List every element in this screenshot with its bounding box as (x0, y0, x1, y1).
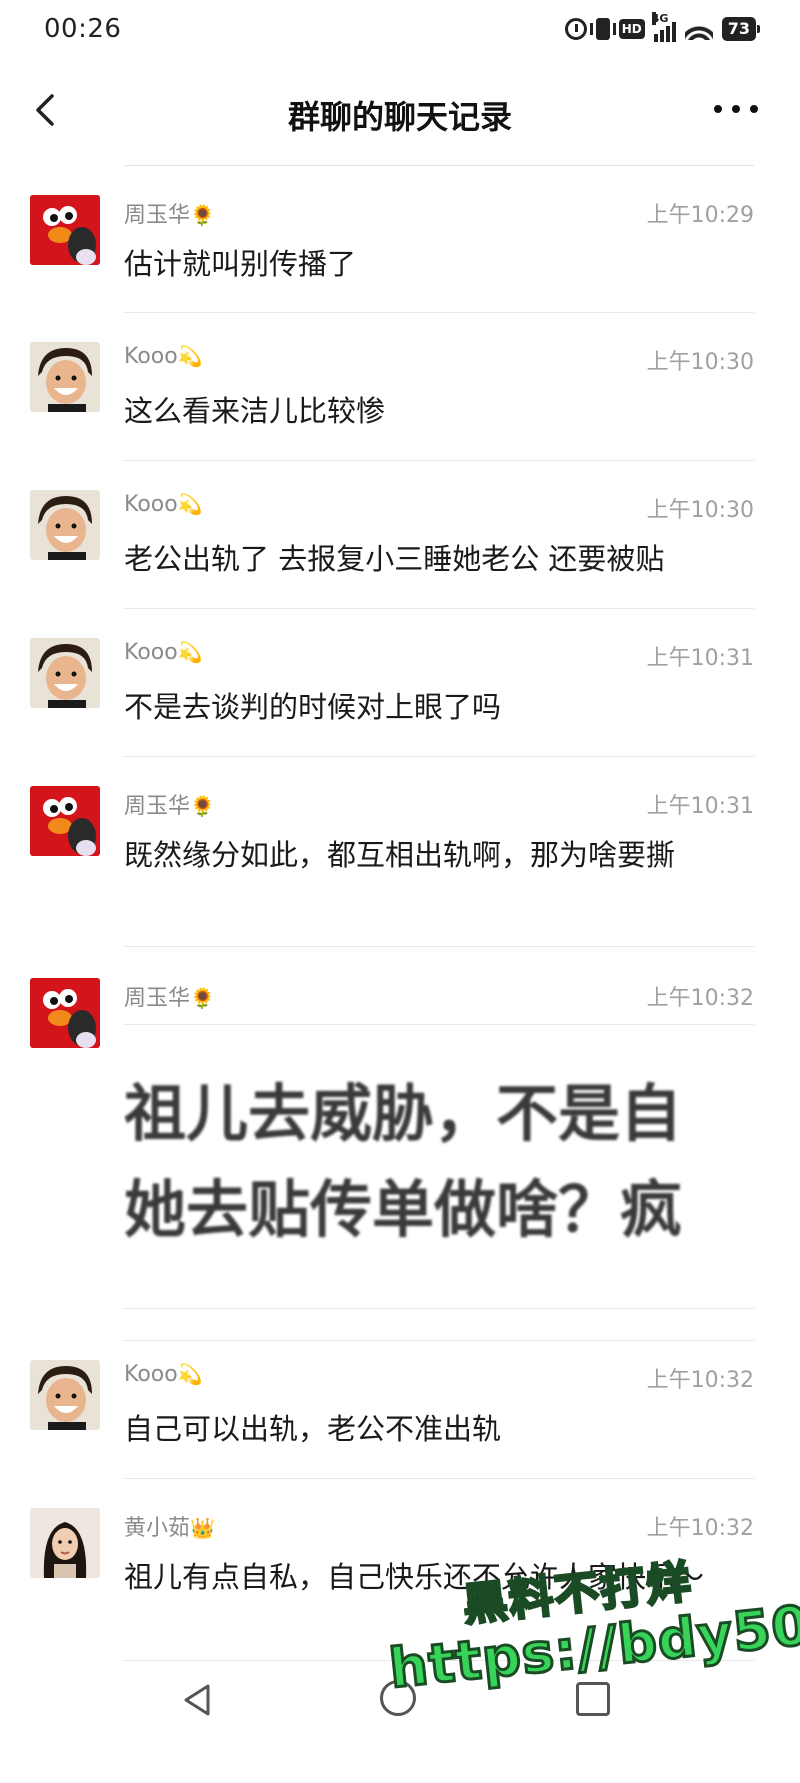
divider (124, 1024, 754, 1025)
avatar[interactable] (30, 1508, 100, 1578)
avatar[interactable] (30, 342, 100, 412)
divider (124, 946, 754, 947)
alarm-icon (564, 18, 587, 40)
nav-recents-icon[interactable] (576, 1682, 610, 1716)
quoted-text-line: 她去贴传单做啥？疯 (124, 1173, 683, 1246)
message-time: 上午10:31 (646, 646, 754, 671)
message-time: 上午10:30 (646, 350, 754, 375)
sender-name: 周玉华🌻 (124, 203, 215, 228)
sender-name: 黄小茹👑 (124, 1516, 215, 1541)
divider (124, 460, 754, 461)
message-text: 估计就叫别传播了 (124, 247, 357, 281)
page-title: 群聊的聊天记录 (287, 98, 512, 136)
sender-name: 周玉华🌻 (124, 794, 215, 819)
quoted-text-line: 祖儿去威胁，不是自 (124, 1077, 683, 1150)
sender-name: Kooo💫 (124, 1362, 203, 1387)
network-type-label: 4G (651, 12, 669, 25)
message-time: 上午10:29 (646, 203, 754, 228)
message-time: 上午10:32 (646, 986, 754, 1011)
wifi-icon (684, 18, 713, 40)
message-time: 上午10:32 (646, 1368, 754, 1393)
avatar[interactable] (30, 638, 100, 708)
status-icons: HD 4G 73 (564, 12, 761, 42)
divider (124, 1478, 754, 1479)
sender-name: Kooo💫 (124, 640, 203, 665)
avatar[interactable] (30, 490, 100, 560)
message-text: 自己可以出轨，老公不准出轨 (124, 1412, 502, 1446)
avatar[interactable] (30, 786, 100, 856)
message-text: 老公出轨了 去报复小三睡她老公 还要被贴 (124, 542, 665, 576)
quoted-image[interactable]: 祖儿去威胁，不是自 她去贴传单做啥？疯 (124, 1066, 754, 1296)
divider (124, 165, 754, 166)
message-text: 既然缘分如此，都互相出轨啊，那为啥要撕 (124, 838, 676, 872)
message-time: 上午10:30 (646, 498, 754, 523)
avatar[interactable] (30, 978, 100, 1048)
battery-indicator: 73 (721, 17, 761, 41)
hd-badge: HD (618, 19, 645, 39)
divider (124, 1660, 754, 1661)
message-time: 上午10:31 (646, 794, 754, 819)
avatar[interactable] (30, 1360, 100, 1430)
divider (124, 312, 754, 313)
status-bar: 00:26 HD 4G 73 (0, 0, 800, 60)
divider (124, 1340, 754, 1341)
message-text: 不是去谈判的时候对上眼了吗 (124, 690, 502, 724)
more-options-icon[interactable] (714, 94, 758, 124)
cellular-signal-icon: 4G (651, 12, 676, 42)
message-text: 这么看来洁儿比较惨 (124, 394, 386, 428)
message-text: 祖儿有点自私，自己快乐还不允许人家快乐～ (124, 1560, 705, 1594)
avatar[interactable] (30, 195, 100, 265)
nav-home-icon[interactable] (380, 1680, 416, 1716)
divider (124, 756, 754, 757)
sender-name: 周玉华🌻 (124, 986, 215, 1011)
message-time: 上午10:32 (646, 1516, 754, 1541)
divider (124, 608, 754, 609)
vibrate-icon (589, 18, 616, 40)
header: 群聊的聊天记录 (0, 60, 800, 160)
divider (124, 1308, 754, 1309)
status-time: 00:26 (44, 14, 122, 44)
sender-name: Kooo💫 (124, 492, 203, 517)
nav-back-icon[interactable] (178, 1680, 218, 1720)
sender-name: Kooo💫 (124, 344, 203, 369)
